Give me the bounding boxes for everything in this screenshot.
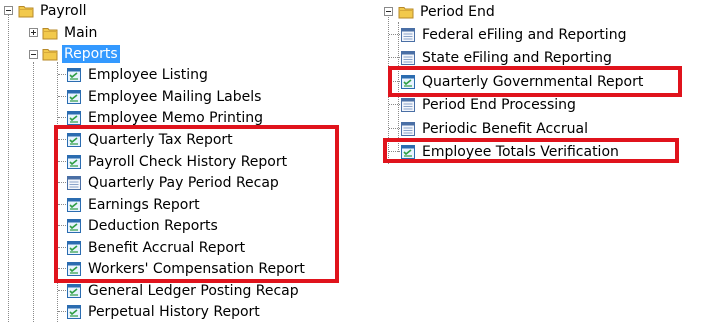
tree-label: Perpetual History Report xyxy=(88,303,260,320)
tree-label: Employee Listing xyxy=(88,66,208,83)
highlight-box-employee-totals xyxy=(383,138,679,163)
report-item-general-ledger-posting-recap[interactable]: General Ledger Posting Recap xyxy=(66,280,301,301)
tree-connector xyxy=(389,104,400,105)
period-item-federal-efiling[interactable]: Federal eFiling and Reporting xyxy=(400,24,628,45)
form-icon xyxy=(400,27,416,43)
tree-label: State eFiling and Reporting xyxy=(422,49,612,66)
tree-connector xyxy=(58,74,66,75)
folder-open-icon xyxy=(42,46,58,62)
report-item-perpetual-history-report[interactable]: Perpetual History Report xyxy=(66,301,262,322)
payroll-tree: Payroll Main Reports Employee Listing Em… xyxy=(0,0,340,322)
form-icon xyxy=(400,121,416,137)
tree-connector xyxy=(389,34,400,35)
folder-icon xyxy=(42,25,58,41)
form-icon xyxy=(400,97,416,113)
tree-label: Period End Processing xyxy=(422,96,576,113)
collapse-toggle-payroll[interactable] xyxy=(4,6,13,15)
highlight-box-quarterly-governmental xyxy=(388,66,682,97)
period-item-period-end-processing[interactable]: Period End Processing xyxy=(400,94,578,115)
tree-label-selected: Reports xyxy=(62,44,120,63)
tree-label: Employee Mailing Labels xyxy=(88,88,262,105)
tree-label: General Ledger Posting Recap xyxy=(88,282,299,299)
report-icon xyxy=(66,304,82,320)
tree-connector xyxy=(389,57,400,58)
collapse-toggle-period-end[interactable] xyxy=(384,7,393,16)
tree-connector xyxy=(8,14,9,322)
tree-node-payroll[interactable]: Payroll xyxy=(18,0,88,21)
tree-connector xyxy=(58,96,66,97)
tree-label: Period End xyxy=(420,3,495,20)
tree-node-reports[interactable]: Reports xyxy=(42,43,120,64)
report-icon xyxy=(66,283,82,299)
highlight-box-reports xyxy=(54,125,339,283)
report-item-employee-listing[interactable]: Employee Listing xyxy=(66,64,210,85)
period-item-periodic-benefit-accrual[interactable]: Periodic Benefit Accrual xyxy=(400,118,590,139)
tree-node-main[interactable]: Main xyxy=(42,22,99,43)
period-end-tree: Period End Federal eFiling and Reporting… xyxy=(380,0,708,322)
period-item-state-efiling[interactable]: State eFiling and Reporting xyxy=(400,47,614,68)
tree-connector xyxy=(389,128,400,129)
tree-label: Employee Memo Printing xyxy=(88,109,263,126)
form-icon xyxy=(400,50,416,66)
tree-label: Payroll xyxy=(40,2,87,19)
report-item-employee-mailing-labels[interactable]: Employee Mailing Labels xyxy=(66,86,263,107)
tree-label: Federal eFiling and Reporting xyxy=(422,26,627,43)
folder-open-icon xyxy=(18,3,34,19)
tree-label: Periodic Benefit Accrual xyxy=(422,120,588,137)
report-icon xyxy=(66,110,82,126)
tree-connector xyxy=(58,311,66,312)
tree-connector xyxy=(58,290,66,291)
collapse-toggle-reports[interactable] xyxy=(29,50,38,59)
report-icon xyxy=(66,89,82,105)
folder-open-icon xyxy=(398,4,414,20)
report-icon xyxy=(66,67,82,83)
tree-connector xyxy=(33,62,34,322)
tree-label: Main xyxy=(64,24,98,41)
tree-node-period-end[interactable]: Period End xyxy=(398,1,497,22)
expand-toggle-main[interactable] xyxy=(29,28,38,37)
tree-connector xyxy=(58,117,66,118)
